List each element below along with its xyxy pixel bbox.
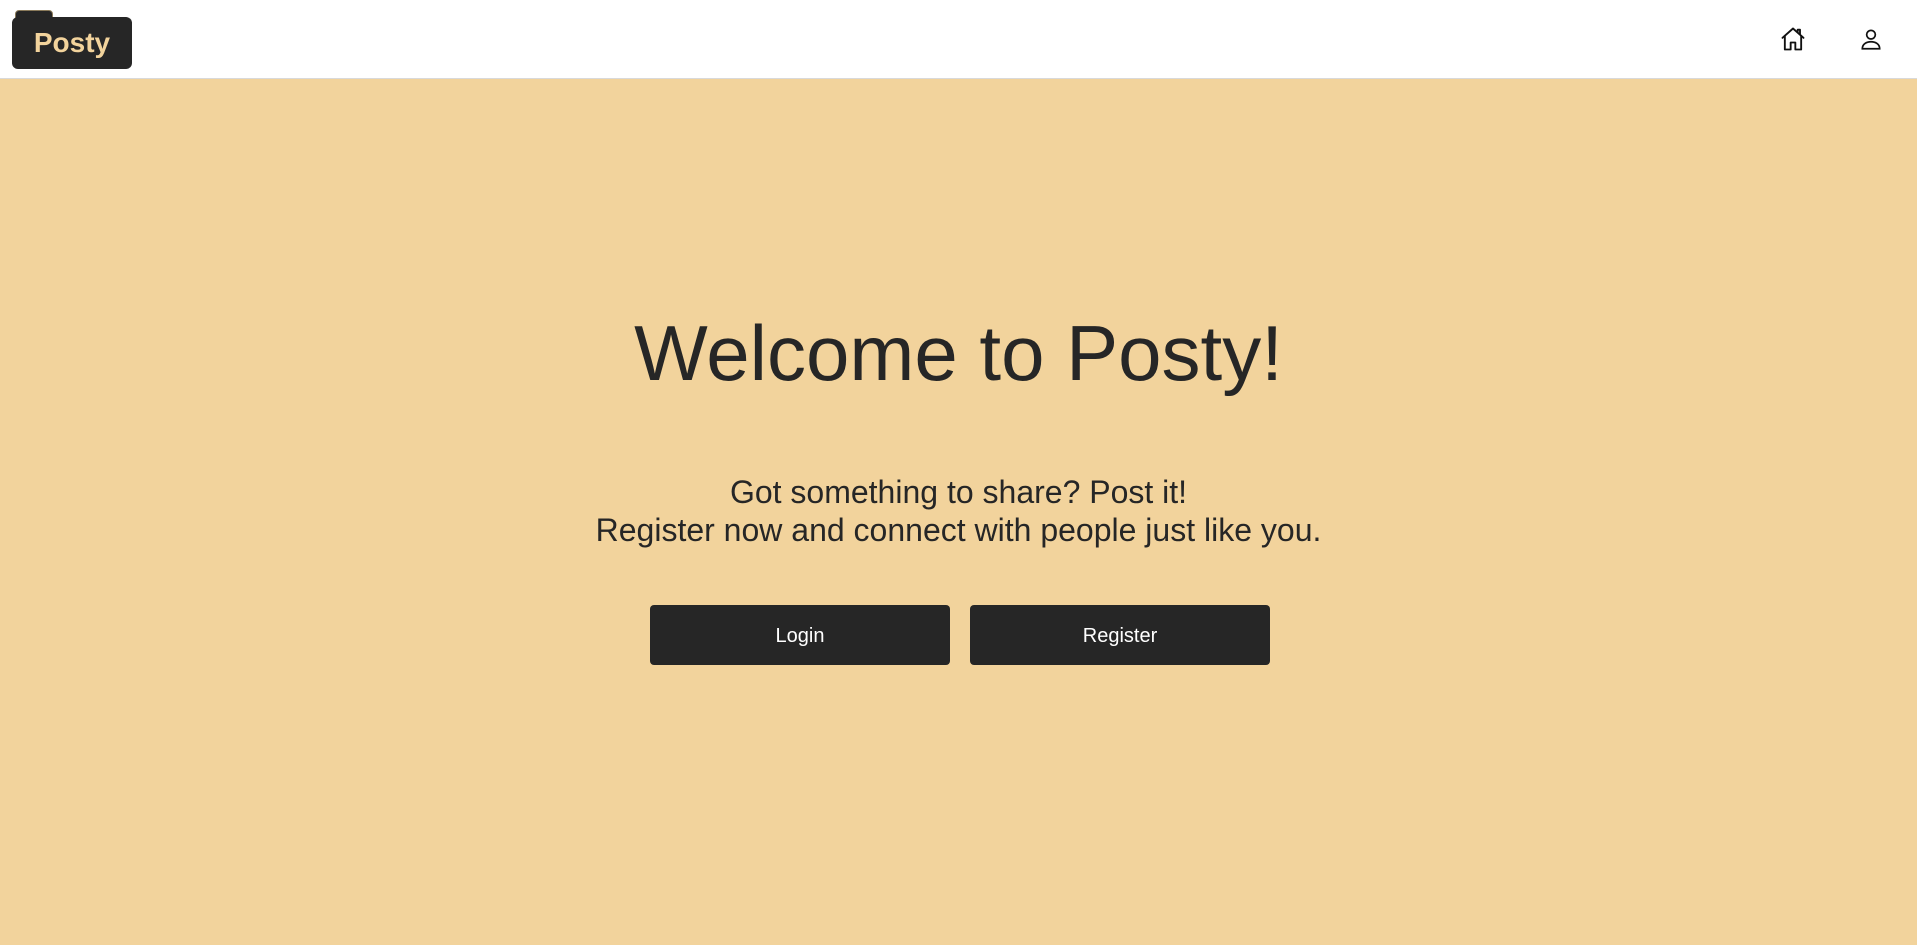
- hero-subtitle: Got something to share? Post it! Registe…: [0, 473, 1917, 549]
- register-button[interactable]: Register: [970, 605, 1270, 665]
- logo-button[interactable]: Posty: [12, 17, 132, 69]
- subtitle-line-1: Got something to share? Post it!: [729, 474, 1188, 510]
- page-title: Welcome to Posty!: [634, 309, 1283, 397]
- subtitle-line-2: Register now and connect with people jus…: [595, 512, 1322, 548]
- home-icon[interactable]: [1776, 22, 1810, 56]
- navbar: Posty: [0, 0, 1917, 79]
- login-button[interactable]: Login: [650, 605, 950, 665]
- user-icon[interactable]: [1854, 22, 1888, 56]
